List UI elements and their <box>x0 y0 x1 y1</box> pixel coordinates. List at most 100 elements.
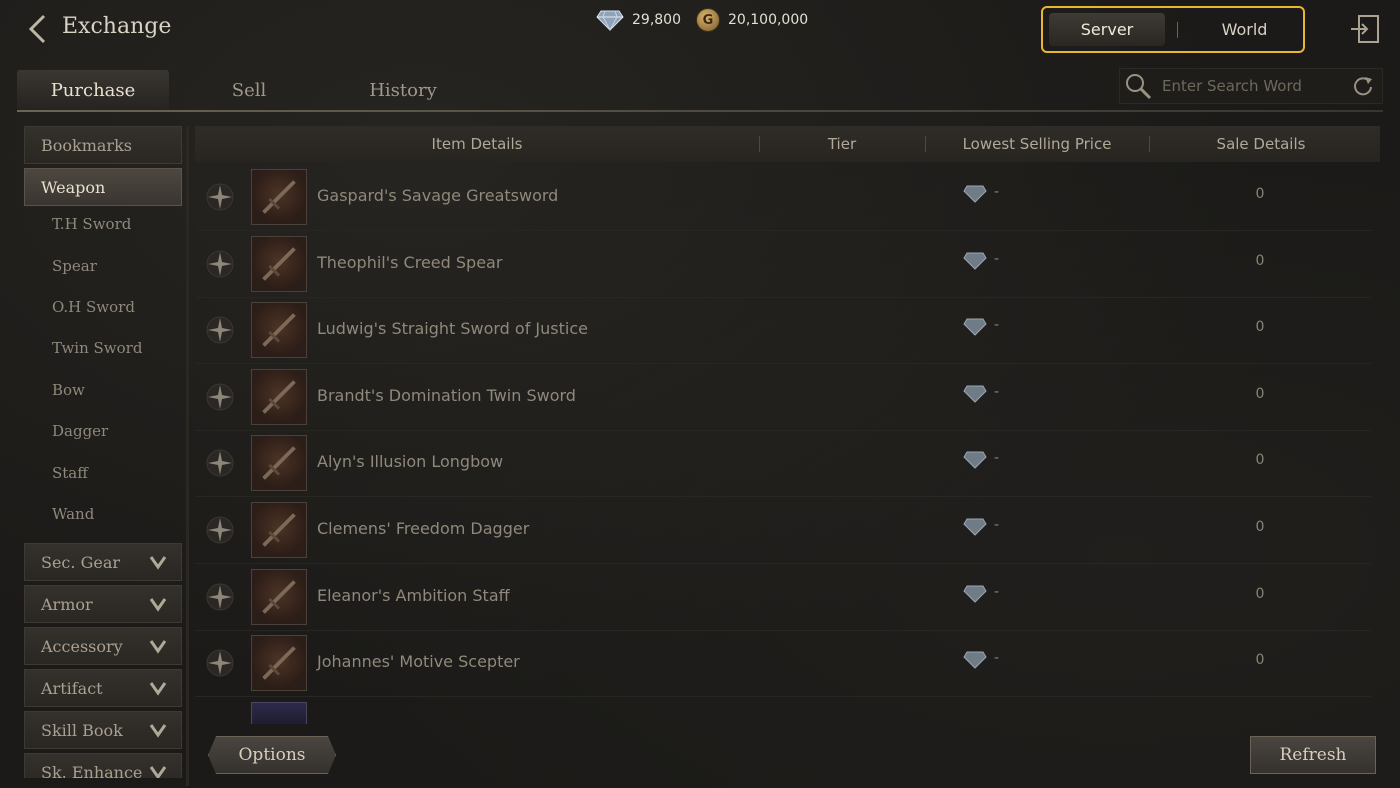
sidebar-subitem-th-sword[interactable]: T.H Sword <box>52 215 131 233</box>
column-header-item-details: Item Details <box>431 135 523 153</box>
table-row[interactable]: Ludwig's Straight Sword of Justice - 0 <box>195 297 1371 365</box>
item-name[interactable]: Ludwig's Straight Sword of Justice <box>317 319 588 338</box>
item-name[interactable]: Brandt's Domination Twin Sword <box>317 386 576 405</box>
sale-count: 0 <box>1255 385 1265 402</box>
chevron-down-icon <box>149 724 167 738</box>
search-bar <box>1119 68 1383 104</box>
lowest-price: - <box>994 517 1000 533</box>
tab-history[interactable]: History <box>327 70 479 110</box>
bookmark-star-icon[interactable] <box>205 448 235 478</box>
bookmark-star-icon[interactable] <box>205 582 235 612</box>
bookmark-star-icon[interactable] <box>205 515 235 545</box>
lowest-price: - <box>994 650 1000 667</box>
chevron-down-icon <box>149 766 167 778</box>
item-thumbnail[interactable] <box>251 169 307 225</box>
item-thumbnail[interactable] <box>251 435 307 492</box>
item-name[interactable]: Johannes' Motive Scepter <box>317 652 520 671</box>
category-sidebar: Bookmarks Weapon T.H Sword Spear O.H Swo… <box>24 126 182 778</box>
sidebar-subitem-wand[interactable]: Wand <box>52 505 94 523</box>
sale-count: 0 <box>1255 186 1265 202</box>
sidebar-subitem-twin-sword[interactable]: Twin Sword <box>52 339 142 357</box>
weapon-icon <box>262 246 296 281</box>
table-row[interactable]: Gaspard's Savage Greatsword - 0 <box>195 164 1371 231</box>
sidebar-subitem-dagger[interactable]: Dagger <box>52 422 108 440</box>
weapon-icon <box>262 180 296 214</box>
tab-underline <box>17 110 1383 112</box>
search-icon[interactable] <box>1124 72 1152 100</box>
sidebar-subitem-spear[interactable]: Spear <box>52 257 97 275</box>
sidebar-item-artifact[interactable]: Artifact <box>24 669 182 707</box>
item-thumbnail[interactable] <box>251 235 307 292</box>
table-row[interactable]: Johannes' Motive Scepter - 0 <box>195 630 1371 698</box>
diamond-icon <box>963 318 987 336</box>
chevron-down-icon <box>149 640 167 654</box>
weapon-icon <box>262 380 296 414</box>
sidebar-item-armor[interactable]: Armor <box>24 585 182 623</box>
item-name[interactable]: Theophil's Creed Spear <box>317 253 502 272</box>
scope-divider <box>1177 21 1178 38</box>
table-header: Item Details Tier Lowest Selling Price S… <box>195 126 1380 162</box>
sidebar-item-sk-enhance[interactable]: Sk. Enhance <box>24 753 182 778</box>
sale-count: 0 <box>1255 519 1265 535</box>
table-row[interactable]: Eleanor's Ambition Staff - 0 <box>195 564 1371 631</box>
search-input[interactable] <box>1160 76 1352 96</box>
tab-sell[interactable]: Sell <box>173 70 325 110</box>
table-row[interactable]: Alyn's Illusion Longbow - 0 <box>195 430 1371 498</box>
diamond-icon <box>963 252 987 270</box>
table-row[interactable]: Theophil's Creed Spear - 0 <box>195 231 1371 298</box>
item-thumbnail[interactable] <box>251 635 307 692</box>
refresh-button[interactable]: Refresh <box>1250 736 1376 774</box>
chevron-down-icon <box>149 556 167 570</box>
sidebar-item-weapon[interactable]: Weapon <box>24 168 182 206</box>
column-header-sale-details: Sale Details <box>1216 135 1306 153</box>
item-name[interactable]: Clemens' Freedom Dagger <box>317 519 529 538</box>
sidebar-item-label: Sec. Gear <box>41 552 120 572</box>
scope-server-button[interactable]: Server <box>1049 13 1165 46</box>
scope-toggle: Server World <box>1041 6 1305 53</box>
diamond-icon <box>963 651 987 669</box>
item-name[interactable]: Eleanor's Ambition Staff <box>317 586 510 605</box>
lowest-price: - <box>994 184 1000 200</box>
sidebar-subitem-oh-sword[interactable]: O.H Sword <box>52 298 135 316</box>
options-button[interactable]: Options <box>208 736 336 774</box>
diamond-icon <box>596 10 624 31</box>
back-arrow-icon[interactable] <box>26 14 50 44</box>
sale-count: 0 <box>1255 652 1265 669</box>
sidebar-item-label: Armor <box>41 594 93 614</box>
tab-purchase[interactable]: Purchase <box>17 70 169 110</box>
scope-world-button[interactable]: World <box>1186 13 1303 46</box>
sidebar-item-accessory[interactable]: Accessory <box>24 627 182 665</box>
bookmark-star-icon[interactable] <box>205 249 235 279</box>
sale-count: 0 <box>1255 452 1265 469</box>
sidebar-item-skill-book[interactable]: Skill Book <box>24 711 182 749</box>
sidebar-subitem-staff[interactable]: Staff <box>52 464 88 482</box>
item-thumbnail[interactable] <box>251 368 307 425</box>
gold-count: 20,100,000 <box>728 12 809 28</box>
sidebar-item-label: Skill Book <box>41 720 123 740</box>
item-name[interactable]: Gaspard's Savage Greatsword <box>317 186 558 205</box>
sidebar-item-label: Sk. Enhance <box>41 762 143 779</box>
reset-icon[interactable] <box>1352 75 1374 97</box>
chevron-down-icon <box>149 682 167 696</box>
sidebar-item-sec-gear[interactable]: Sec. Gear <box>24 543 182 581</box>
item-thumbnail[interactable] <box>251 568 307 625</box>
item-thumbnail[interactable] <box>251 302 307 359</box>
bookmark-star-icon[interactable] <box>205 182 235 212</box>
table-row[interactable]: Clemens' Freedom Dagger - 0 <box>195 497 1371 564</box>
item-thumbnail[interactable] <box>251 502 307 558</box>
lowest-price: - <box>994 383 1000 400</box>
sidebar-item-label: Artifact <box>41 678 103 698</box>
lowest-price: - <box>994 450 1000 467</box>
weapon-icon <box>262 446 296 481</box>
bookmark-star-icon[interactable] <box>205 382 235 412</box>
exit-icon[interactable] <box>1350 14 1380 44</box>
bookmark-star-icon[interactable] <box>205 648 235 678</box>
item-name[interactable]: Alyn's Illusion Longbow <box>317 452 503 471</box>
diamond-balance: 29,800 <box>596 8 681 32</box>
bookmark-star-icon[interactable] <box>205 315 235 345</box>
sidebar-item-bookmarks[interactable]: Bookmarks <box>24 126 182 164</box>
diamond-icon <box>963 451 987 470</box>
sidebar-subitem-bow[interactable]: Bow <box>52 381 85 399</box>
table-row[interactable]: Brandt's Domination Twin Sword - 0 <box>195 364 1371 431</box>
diamond-icon <box>963 518 987 536</box>
